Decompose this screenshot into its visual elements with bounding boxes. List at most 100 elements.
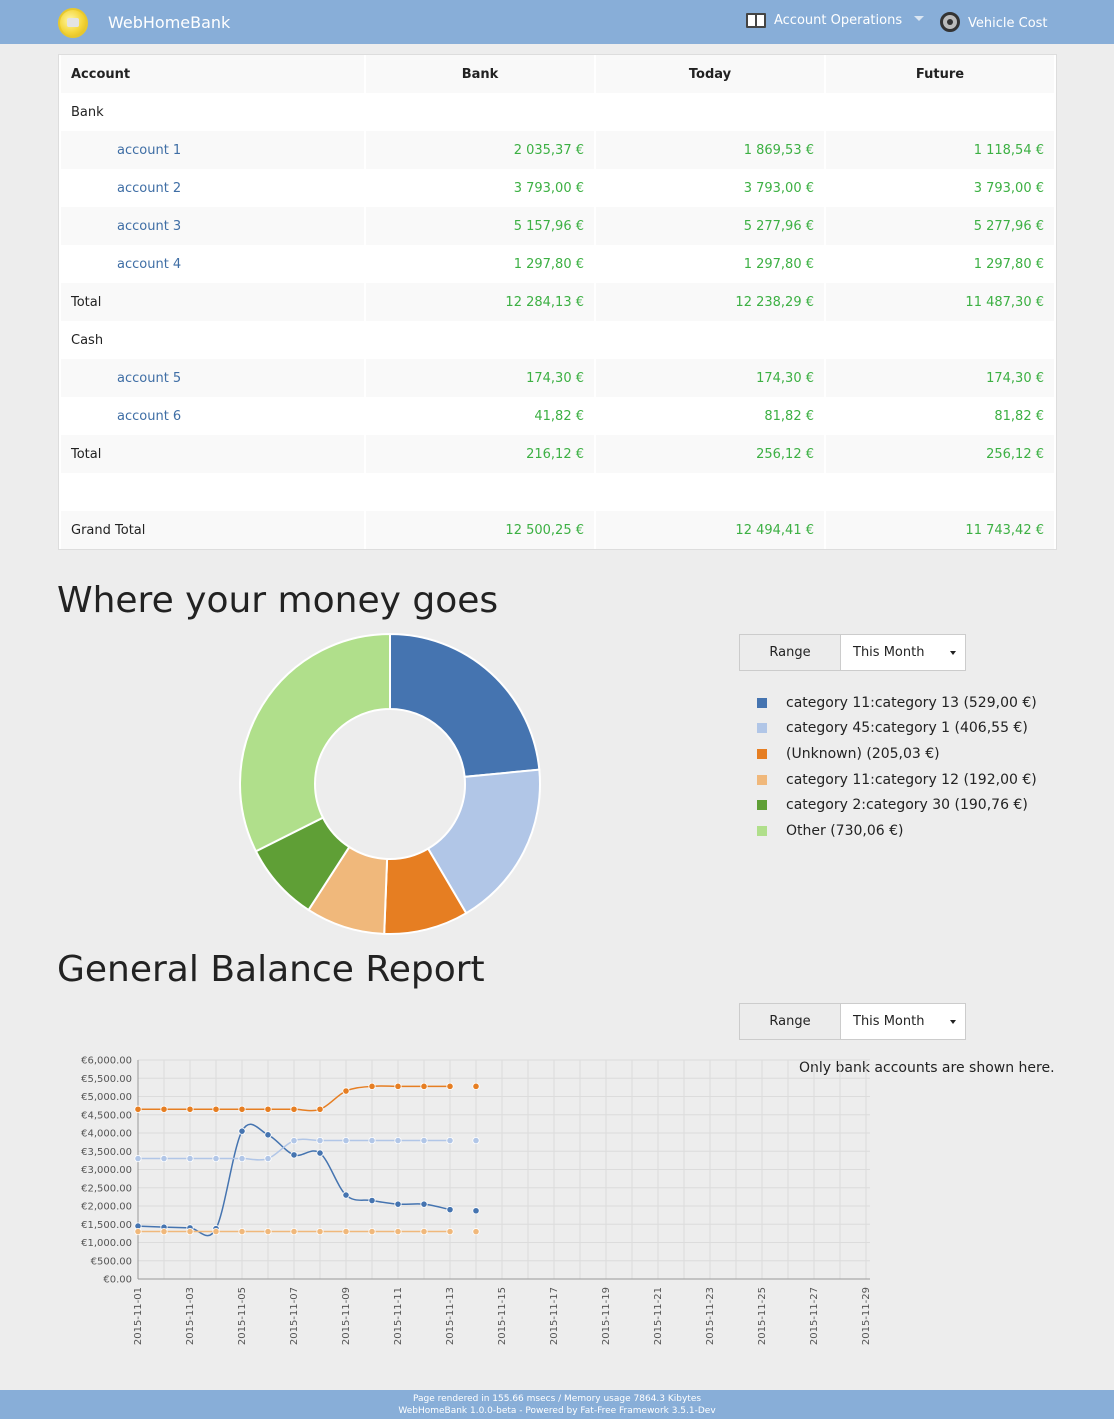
data-point[interactable] [290, 1227, 298, 1236]
data-point[interactable] [160, 1227, 168, 1236]
today-balance: 81,82 € [596, 397, 824, 435]
data-point[interactable] [472, 1136, 480, 1145]
data-point[interactable] [420, 1200, 428, 1208]
future-balance: 5 277,96 € [826, 207, 1054, 245]
data-point[interactable] [186, 1227, 194, 1236]
x-tick-label: 2015-11-19 [601, 1287, 612, 1345]
donut-slice[interactable] [239, 632, 391, 853]
account-link[interactable]: account 4 [61, 245, 364, 283]
data-point[interactable] [446, 1082, 454, 1090]
data-point[interactable] [446, 1136, 454, 1145]
data-point[interactable] [368, 1082, 376, 1090]
balance-range-select[interactable]: This Month [841, 1003, 966, 1040]
money-range-button[interactable]: Range [739, 634, 841, 671]
data-point[interactable] [368, 1227, 376, 1236]
data-point[interactable] [264, 1105, 272, 1113]
data-point[interactable] [472, 1228, 480, 1236]
nav-vehicle-cost[interactable]: Vehicle Cost [940, 12, 1048, 33]
data-point[interactable] [212, 1105, 220, 1113]
data-point[interactable] [264, 1227, 272, 1236]
x-tick-label: 2015-11-25 [757, 1287, 768, 1345]
brand-link[interactable]: WebHomeBank [108, 13, 230, 32]
data-point[interactable] [238, 1154, 246, 1163]
today-balance: 174,30 € [596, 359, 824, 397]
account-link[interactable]: account 2 [61, 169, 364, 207]
y-tick-label: €500.00 [91, 1256, 132, 1267]
data-point[interactable] [394, 1227, 402, 1236]
nav-account-operations[interactable]: Account Operations [746, 13, 925, 28]
data-point[interactable] [420, 1082, 428, 1090]
account-link[interactable]: account 6 [61, 397, 364, 435]
data-point[interactable] [420, 1227, 428, 1236]
bank-balance: 174,30 € [366, 359, 594, 397]
balance-range-button[interactable]: Range [739, 1003, 841, 1040]
legend-item: category 11:category 13 (529,00 €) [757, 690, 1037, 716]
legend-label: Other (730,06 €) [786, 822, 904, 839]
y-tick-label: €6,000.00 [81, 1056, 132, 1067]
data-point[interactable] [264, 1154, 272, 1163]
data-point[interactable] [160, 1105, 168, 1113]
data-point[interactable] [316, 1136, 324, 1145]
data-point[interactable] [134, 1227, 142, 1236]
x-tick-label: 2015-11-11 [393, 1287, 404, 1345]
legend-swatch [757, 723, 767, 734]
data-point[interactable] [212, 1154, 220, 1163]
col-header-future: Future [826, 55, 1054, 93]
y-tick-label: €2,500.00 [81, 1183, 132, 1194]
data-point[interactable] [342, 1136, 350, 1145]
total-today: 256,12 € [596, 435, 824, 473]
total-today: 12 238,29 € [596, 283, 824, 321]
data-point[interactable] [342, 1191, 350, 1199]
data-point[interactable] [238, 1105, 246, 1113]
data-point[interactable] [394, 1082, 402, 1090]
data-point[interactable] [316, 1105, 324, 1113]
grand-total-row: Grand Total 12 500,25 € 12 494,41 € 11 7… [61, 511, 1054, 549]
account-link[interactable]: account 3 [61, 207, 364, 245]
app-logo-icon[interactable] [58, 8, 88, 38]
data-point[interactable] [316, 1227, 324, 1236]
data-point[interactable] [368, 1136, 376, 1145]
data-point[interactable] [394, 1136, 402, 1145]
grand-total-label: Grand Total [61, 511, 364, 549]
balance-line-chart: €0.00 €500.00 €1,000.00 €1,500.00 €2,000.00 €… [81, 1056, 872, 1346]
data-point[interactable] [368, 1196, 376, 1205]
data-point[interactable] [134, 1105, 142, 1113]
data-point[interactable] [238, 1127, 246, 1135]
x-tick-label: 2015-11-05 [237, 1287, 248, 1345]
data-point[interactable] [238, 1227, 246, 1236]
account-link[interactable]: account 5 [61, 359, 364, 397]
data-point[interactable] [186, 1105, 194, 1113]
data-point[interactable] [446, 1206, 454, 1214]
data-point[interactable] [134, 1154, 142, 1163]
data-point[interactable] [342, 1087, 350, 1095]
data-point[interactable] [290, 1105, 298, 1113]
nav-account-operations-label: Account Operations [774, 13, 903, 28]
data-point[interactable] [264, 1131, 272, 1139]
data-point[interactable] [472, 1207, 480, 1215]
future-balance: 1 118,54 € [826, 131, 1054, 169]
data-point[interactable] [316, 1149, 324, 1157]
money-range-select[interactable]: This Month [841, 634, 966, 671]
table-row: account 1 2 035,37 € 1 869,53 € 1 118,54… [61, 131, 1054, 169]
data-point[interactable] [290, 1137, 298, 1145]
data-point[interactable] [290, 1151, 298, 1159]
group-row-cash: Cash [61, 321, 1054, 359]
data-point[interactable] [420, 1136, 428, 1145]
account-link[interactable]: account 1 [61, 131, 364, 169]
table-row: account 2 3 793,00 € 3 793,00 € 3 793,00… [61, 169, 1054, 207]
data-point[interactable] [212, 1227, 220, 1236]
bank-balance: 41,82 € [366, 397, 594, 435]
data-point[interactable] [446, 1227, 454, 1236]
data-point[interactable] [394, 1200, 402, 1208]
donut-slice[interactable] [389, 632, 541, 778]
data-point[interactable] [342, 1227, 350, 1236]
bank-balance: 1 297,80 € [366, 245, 594, 283]
legend-swatch [757, 697, 767, 708]
group-label: Bank [61, 93, 364, 131]
data-point[interactable] [160, 1154, 168, 1163]
spacer-row [61, 473, 1054, 511]
navbar: WebHomeBank Account Operations Vehicle C… [0, 0, 1114, 44]
data-point[interactable] [186, 1154, 194, 1163]
data-point[interactable] [472, 1082, 480, 1090]
money-section-title: Where your money goes [57, 580, 499, 621]
